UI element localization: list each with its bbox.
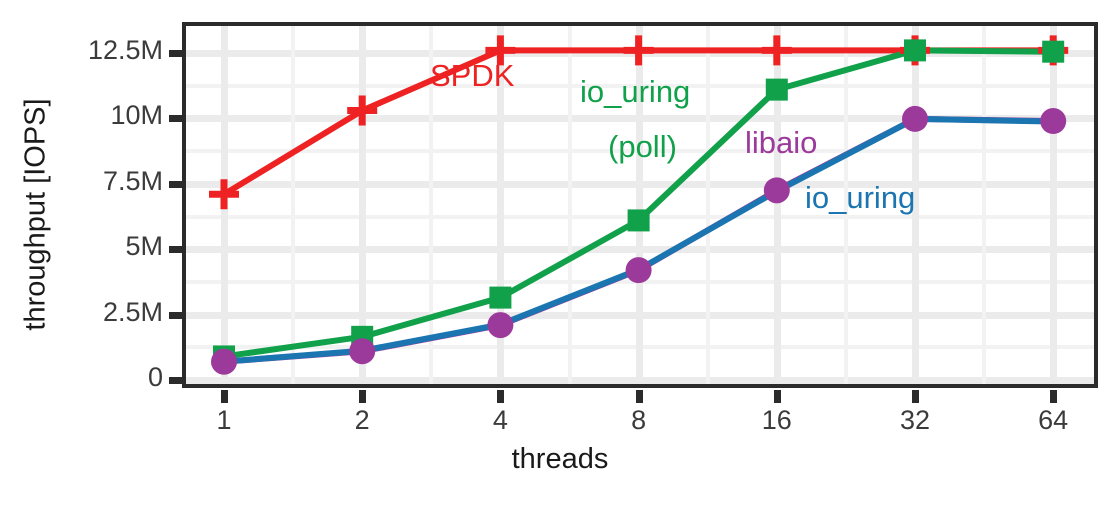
x-axis-tick <box>359 390 367 403</box>
y-axis-tick-label: 0 <box>147 362 163 392</box>
gridline-major-vertical <box>221 26 228 384</box>
y-axis-tick <box>169 311 182 319</box>
x-axis-tick-label: 4 <box>492 405 508 435</box>
series-annotation-poll: (poll) <box>608 129 677 164</box>
gridline-major-vertical <box>1050 26 1058 384</box>
throughput-chart: throughput [IOPS] 0 2.5M 5M 7.5M 10M 12.5M 1 2 4… <box>0 0 1120 506</box>
y-axis-tick <box>169 377 182 384</box>
x-axis-tick-label: 8 <box>631 405 647 435</box>
x-axis-tick <box>773 390 781 403</box>
series-annotation-io_uring: io_uring <box>805 180 916 215</box>
y-axis-tick-label: 2.5M <box>102 296 163 327</box>
y-axis-tick-label: 7.5M <box>102 165 163 196</box>
x-axis-tick <box>912 390 919 403</box>
gridline-major-vertical <box>359 26 367 384</box>
y-axis-title: throughput [IOPS] <box>19 98 52 331</box>
gridline-minor-vertical <box>705 26 710 384</box>
x-axis-tick <box>1050 390 1058 403</box>
y-axis-tick <box>169 180 182 188</box>
gridline-minor-vertical <box>567 26 572 384</box>
x-axis-tick-label: 1 <box>216 405 232 435</box>
x-axis-tick <box>497 390 505 403</box>
gridline-major-vertical <box>773 26 781 384</box>
gridline-minor-vertical <box>982 26 987 384</box>
x-axis-tick-label: 32 <box>899 405 931 435</box>
y-axis-tick <box>169 115 182 123</box>
y-axis-tick <box>169 50 182 57</box>
series-annotation-spdk: SPDK <box>430 58 515 93</box>
y-axis-tick-label: 12.5M <box>87 35 163 65</box>
series-annotation-libaio: libaio <box>745 125 818 160</box>
y-axis-tick-label: 10M <box>110 100 163 131</box>
x-axis-tick-label: 64 <box>1038 405 1069 435</box>
x-axis-tick-label: 16 <box>761 405 792 435</box>
y-axis-tick-label: 5M <box>125 231 163 262</box>
x-axis-tick <box>635 390 643 403</box>
x-axis-tick <box>221 390 228 403</box>
series-annotation-io_uring: io_uring <box>580 74 691 109</box>
x-axis-tick-label: 2 <box>354 405 370 435</box>
y-axis-tick <box>169 246 182 254</box>
gridline-minor-vertical <box>291 26 296 384</box>
x-axis-title: threads <box>511 443 609 475</box>
